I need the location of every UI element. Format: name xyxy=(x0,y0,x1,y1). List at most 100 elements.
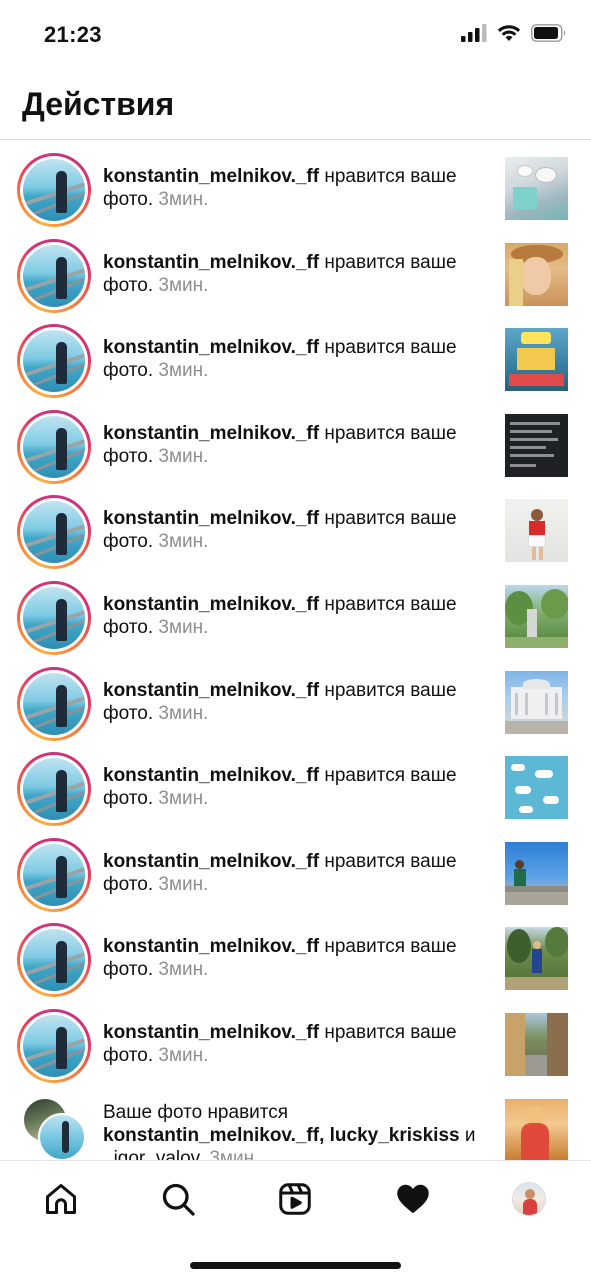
username-link[interactable]: konstantin_melnikov._ff xyxy=(103,594,319,615)
page-title: Действия xyxy=(22,86,175,122)
activity-text: konstantin_melnikov._ff нравится ваше фо… xyxy=(103,850,493,896)
post-thumbnail[interactable] xyxy=(505,584,568,648)
avatar xyxy=(23,586,85,649)
story-avatar[interactable] xyxy=(17,752,91,827)
activity-row[interactable]: konstantin_melnikov._ff нравится ваше фо… xyxy=(0,740,591,827)
story-avatar[interactable] xyxy=(17,580,91,655)
avatar xyxy=(23,1014,85,1077)
search-icon xyxy=(162,1183,195,1216)
activity-row[interactable]: konstantin_melnikov._ff нравится ваше фо… xyxy=(0,483,591,570)
heart-icon xyxy=(397,1184,429,1214)
tab-home[interactable] xyxy=(41,1179,81,1219)
username-link[interactable]: konstantin_melnikov._ff xyxy=(103,765,319,786)
tab-reels[interactable] xyxy=(275,1179,315,1219)
post-thumbnail[interactable] xyxy=(505,157,568,220)
status-icons xyxy=(461,24,567,42)
post-thumbnail[interactable] xyxy=(505,499,568,563)
avatar xyxy=(23,843,85,906)
activity-text: Ваше фото нравится konstantin_melnikov._… xyxy=(103,1101,493,1160)
activity-row[interactable]: konstantin_melnikov._ff нравится ваше фо… xyxy=(0,312,591,399)
story-avatar[interactable] xyxy=(17,837,91,912)
status-bar: 21:23 xyxy=(0,0,591,70)
activity-prefix: Ваше фото нравится xyxy=(103,1101,289,1123)
username-link[interactable]: konstantin_melnikov._ff xyxy=(103,252,319,273)
activity-row[interactable]: konstantin_melnikov._ff нравится ваше фо… xyxy=(0,997,591,1083)
story-avatar[interactable] xyxy=(17,666,91,741)
activity-time: 3мин. xyxy=(153,531,209,553)
post-thumbnail[interactable] xyxy=(505,413,568,477)
activity-feed[interactable]: konstantin_melnikov._ff нравится ваше фо… xyxy=(0,141,591,1160)
home-icon xyxy=(46,1184,76,1214)
activity-time: 3мин. xyxy=(153,873,209,895)
activity-row[interactable]: konstantin_melnikov._ff нравится ваше фо… xyxy=(0,911,591,998)
reels-icon xyxy=(279,1183,311,1215)
profile-avatar xyxy=(512,1182,546,1216)
activity-time: 3мин. xyxy=(153,445,209,467)
activity-row[interactable]: konstantin_melnikov._ff нравится ваше фо… xyxy=(0,141,591,227)
activity-text: konstantin_melnikov._ff нравится ваше фо… xyxy=(103,507,493,553)
tab-profile[interactable] xyxy=(509,1179,549,1219)
home-indicator xyxy=(190,1262,401,1269)
activity-row[interactable]: konstantin_melnikov._ff нравится ваше фо… xyxy=(0,655,591,741)
activity-row-group[interactable]: Ваше фото нравится konstantin_melnikov._… xyxy=(0,1083,591,1160)
activity-text: konstantin_melnikov._ff нравится ваше фо… xyxy=(103,679,493,725)
tab-search[interactable] xyxy=(158,1179,198,1219)
activity-time: 3мин. xyxy=(153,959,209,981)
activity-text: konstantin_melnikov._ff нравится ваше фо… xyxy=(103,165,493,211)
avatar xyxy=(23,330,85,393)
username-link[interactable]: konstantin_melnikov._ff xyxy=(103,936,319,957)
usernames-link[interactable]: konstantin_melnikov._ff, lucky_kriskiss xyxy=(103,1125,460,1146)
username-link[interactable]: konstantin_melnikov._ff xyxy=(103,337,319,358)
story-avatar[interactable] xyxy=(17,923,91,998)
post-thumbnail[interactable] xyxy=(505,328,568,392)
status-time: 21:23 xyxy=(44,22,102,47)
activity-time: 3мин. xyxy=(204,1147,260,1160)
post-thumbnail[interactable] xyxy=(505,1012,568,1076)
post-thumbnail[interactable] xyxy=(505,670,568,734)
activity-text: konstantin_melnikov._ff нравится ваше фо… xyxy=(103,336,493,382)
username-link[interactable]: konstantin_melnikov._ff xyxy=(103,423,319,444)
avatar xyxy=(23,929,85,992)
post-thumbnail[interactable] xyxy=(505,756,568,820)
activity-time: 3мин. xyxy=(153,1044,209,1066)
post-thumbnail[interactable] xyxy=(505,841,568,905)
username-link[interactable]: konstantin_melnikov._ff xyxy=(103,851,319,872)
username-link[interactable]: konstantin_melnikov._ff xyxy=(103,508,319,529)
activity-row[interactable]: konstantin_melnikov._ff нравится ваше фо… xyxy=(0,227,591,313)
story-avatar[interactable] xyxy=(17,495,91,570)
activity-time: 3мин. xyxy=(153,788,209,810)
page-header: Действия xyxy=(0,70,591,140)
avatar xyxy=(23,672,85,735)
activity-time: 3мин. xyxy=(153,189,209,210)
story-avatar[interactable] xyxy=(17,238,91,313)
tab-activity[interactable] xyxy=(393,1179,433,1219)
avatar xyxy=(23,501,85,564)
activity-row[interactable]: konstantin_melnikov._ff нравится ваше фо… xyxy=(0,569,591,655)
activity-row[interactable]: konstantin_melnikov._ff нравится ваше фо… xyxy=(0,826,591,912)
username-link[interactable]: konstantin_melnikov._ff xyxy=(103,166,319,187)
post-thumbnail[interactable] xyxy=(505,927,568,991)
activity-row[interactable]: konstantin_melnikov._ff нравится ваше фо… xyxy=(0,398,591,484)
activity-time: 3мин. xyxy=(153,274,209,296)
avatar xyxy=(23,758,85,821)
post-thumbnail[interactable] xyxy=(505,1098,568,1160)
activity-text: konstantin_melnikov._ff нравится ваше фо… xyxy=(103,593,493,639)
story-avatar[interactable] xyxy=(17,409,91,484)
avatar xyxy=(23,415,85,478)
activity-text: konstantin_melnikov._ff нравится ваше фо… xyxy=(103,422,493,468)
story-avatar[interactable] xyxy=(17,1008,91,1083)
activity-time: 3мин. xyxy=(153,360,209,382)
activity-time: 3мин. xyxy=(153,616,209,638)
story-avatar[interactable] xyxy=(17,153,91,227)
wifi-icon xyxy=(497,25,521,41)
username-link[interactable]: konstantin_melnikov._ff xyxy=(103,1022,319,1043)
avatar xyxy=(23,244,85,307)
battery-icon xyxy=(531,24,566,42)
avatar-front[interactable] xyxy=(38,1112,86,1160)
activity-text: konstantin_melnikov._ff нравится ваше фо… xyxy=(103,764,493,810)
post-thumbnail[interactable] xyxy=(505,242,568,306)
activity-text: konstantin_melnikov._ff нравится ваше фо… xyxy=(103,1021,493,1067)
username-link[interactable]: konstantin_melnikov._ff xyxy=(103,680,319,701)
story-avatar[interactable] xyxy=(17,324,91,399)
avatar xyxy=(23,159,85,221)
